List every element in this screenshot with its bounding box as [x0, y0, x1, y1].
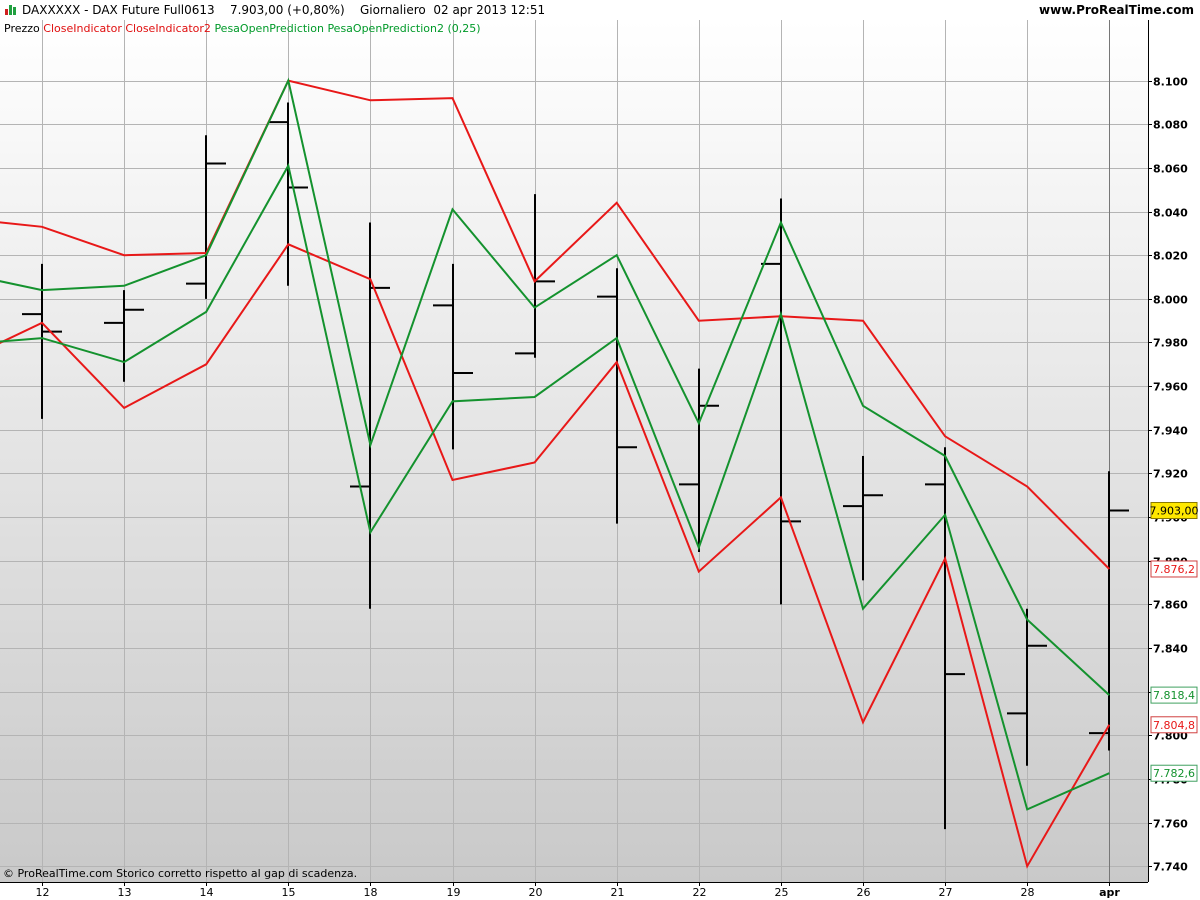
y-tick-label: 8.020 — [1153, 250, 1188, 263]
y-tick-label: 7.960 — [1153, 381, 1188, 394]
x-tick-label: 14 — [200, 886, 214, 899]
price-chart[interactable]: 7.7407.7607.7807.8007.8207.8407.8607.880… — [0, 0, 1200, 900]
value-label-text: 7.818,4 — [1153, 689, 1195, 702]
x-tick-label: 12 — [36, 886, 50, 899]
value-label-text: 7.876,2 — [1153, 563, 1195, 576]
y-tick-label: 7.980 — [1153, 337, 1188, 350]
x-tick-label: 20 — [529, 886, 543, 899]
x-tick-label: 21 — [611, 886, 625, 899]
value-label-price: 7.903,00 — [1150, 502, 1199, 520]
legend-price[interactable]: Prezzo — [4, 22, 40, 35]
value-label-red: 7.804,8 — [1150, 716, 1198, 734]
y-tick-label: 7.860 — [1153, 599, 1188, 612]
x-tick-label: 13 — [118, 886, 132, 899]
x-tick-label: apr — [1099, 886, 1120, 899]
y-tick-label: 8.060 — [1153, 163, 1188, 176]
value-label-green: 7.818,4 — [1150, 686, 1198, 704]
x-tick-label: 19 — [447, 886, 461, 899]
y-tick-label: 8.000 — [1153, 294, 1188, 307]
x-tick-label: 15 — [282, 886, 296, 899]
x-tick-label: 27 — [939, 886, 953, 899]
chart-window: DAXXXXX - DAX Future Full0613 7.903,00 (… — [0, 0, 1200, 900]
value-label-text: 7.804,8 — [1153, 719, 1195, 732]
value-label-text: 7.782,6 — [1153, 767, 1195, 780]
x-tick-label: 26 — [857, 886, 871, 899]
legend-close-indicator[interactable]: CloseIndicator CloseIndicator2 — [43, 22, 211, 35]
y-tick-label: 7.740 — [1153, 861, 1188, 874]
indicator-legend: Prezzo CloseIndicator CloseIndicator2 Pe… — [4, 22, 481, 35]
y-tick-label: 7.840 — [1153, 643, 1188, 656]
y-tick-label: 7.920 — [1153, 468, 1188, 481]
x-tick-label: 18 — [364, 886, 378, 899]
legend-pesa-open-prediction[interactable]: PesaOpenPrediction PesaOpenPrediction2 (… — [214, 22, 480, 35]
value-label-red: 7.876,2 — [1150, 560, 1198, 578]
plot-background — [0, 20, 1148, 882]
y-tick-label: 7.940 — [1153, 425, 1188, 438]
y-tick-label: 8.040 — [1153, 207, 1188, 220]
x-tick-label: 25 — [775, 886, 789, 899]
value-label-green: 7.782,6 — [1150, 764, 1198, 782]
y-tick-label: 8.080 — [1153, 119, 1188, 132]
y-tick-label: 7.760 — [1153, 818, 1188, 831]
y-axis-background — [1148, 20, 1200, 882]
x-tick-label: 22 — [693, 886, 707, 899]
value-label-text: 7.903,00 — [1150, 505, 1199, 518]
y-tick-label: 8.100 — [1153, 76, 1188, 89]
footer-note: © ProRealTime.com Storico corretto rispe… — [3, 867, 358, 880]
x-tick-label: 28 — [1021, 886, 1035, 899]
